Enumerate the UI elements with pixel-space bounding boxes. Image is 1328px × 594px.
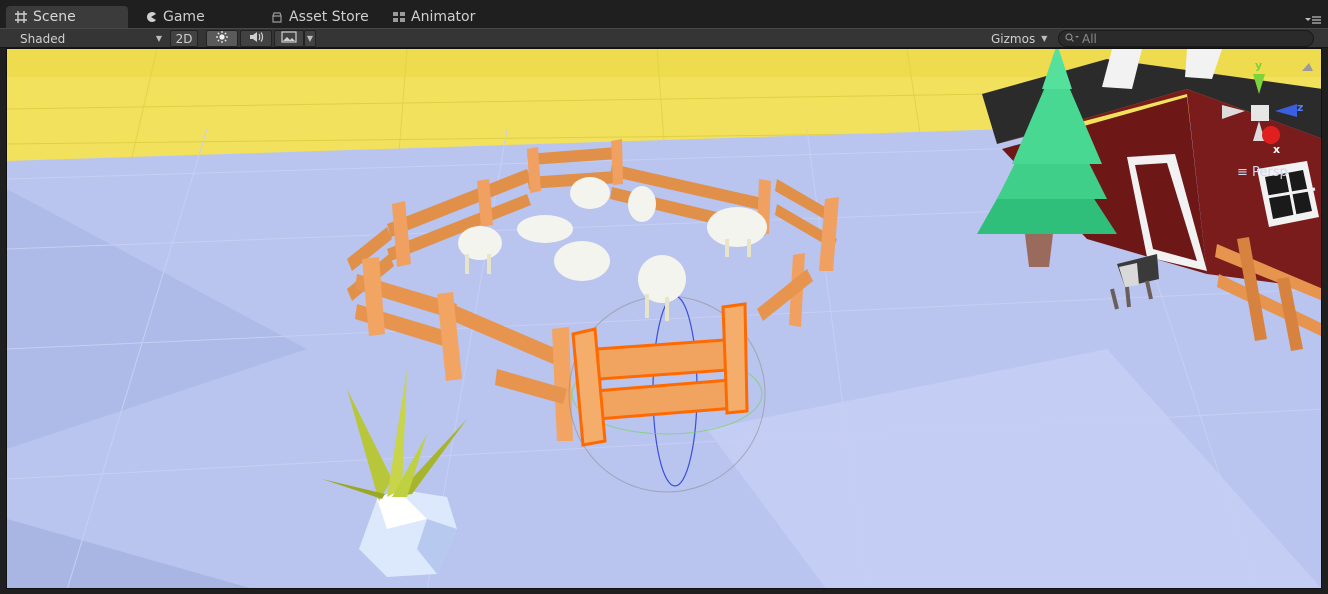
dropdown-caret-icon: ▼: [1041, 34, 1048, 43]
lighting-toggle-button[interactable]: [206, 30, 238, 47]
scene-render: [7, 49, 1321, 588]
tab-bar: Scene Game Asset Store Animator: [0, 0, 1328, 28]
shading-mode-value: Shaded: [20, 31, 66, 46]
store-icon: [270, 10, 284, 24]
image-icon: [281, 31, 297, 46]
scene-search-field[interactable]: All: [1058, 30, 1314, 47]
tab-game[interactable]: Game: [136, 6, 246, 28]
effects-dropdown-button[interactable]: ▼: [304, 30, 316, 47]
effects-toggle-button[interactable]: [274, 30, 304, 47]
tab-asset-store[interactable]: Asset Store: [262, 6, 382, 28]
2d-toggle-button[interactable]: 2D: [170, 30, 198, 47]
search-icon: [1065, 32, 1079, 46]
audio-toggle-button[interactable]: [240, 30, 272, 47]
tab-label: Animator: [411, 9, 476, 25]
tab-label: Scene: [33, 9, 76, 25]
search-placeholder: All: [1082, 31, 1097, 46]
speaker-icon: [248, 30, 264, 47]
scene-toolbar: Shaded ▼ 2D ▼ Gizmos ▼ All: [0, 28, 1328, 48]
gizmo-y-label: y: [1255, 59, 1263, 72]
gizmo-z-label: z: [1297, 101, 1304, 114]
projection-text: Persp: [1252, 165, 1288, 180]
dropdown-caret-icon: ▼: [306, 34, 314, 43]
tab-label: Game: [163, 9, 205, 25]
tab-menu-icon[interactable]: [1304, 12, 1322, 26]
shading-mode-dropdown[interactable]: Shaded ▼: [14, 30, 162, 47]
gizmos-dropdown[interactable]: Gizmos ▼: [986, 30, 1050, 47]
gizmo-x-label: x: [1273, 143, 1281, 156]
scene-viewport[interactable]: y z x ≡ Persp: [6, 48, 1322, 589]
dropdown-caret-icon: ▼: [155, 34, 162, 43]
grid-icon: [14, 10, 28, 24]
2d-label: 2D: [175, 31, 193, 46]
tab-scene[interactable]: Scene: [6, 6, 128, 28]
sun-icon: [215, 30, 229, 47]
animator-icon: [392, 10, 406, 24]
tab-animator[interactable]: Animator: [384, 6, 494, 28]
projection-toggle-icon: ≡: [1237, 165, 1248, 180]
pacman-icon: [144, 10, 158, 24]
tab-label: Asset Store: [289, 9, 369, 25]
gizmos-label: Gizmos: [991, 31, 1036, 46]
scene-window: Scene Game Asset Store Animator Shaded ▼…: [0, 0, 1328, 594]
projection-label[interactable]: ≡ Persp: [1237, 165, 1288, 180]
